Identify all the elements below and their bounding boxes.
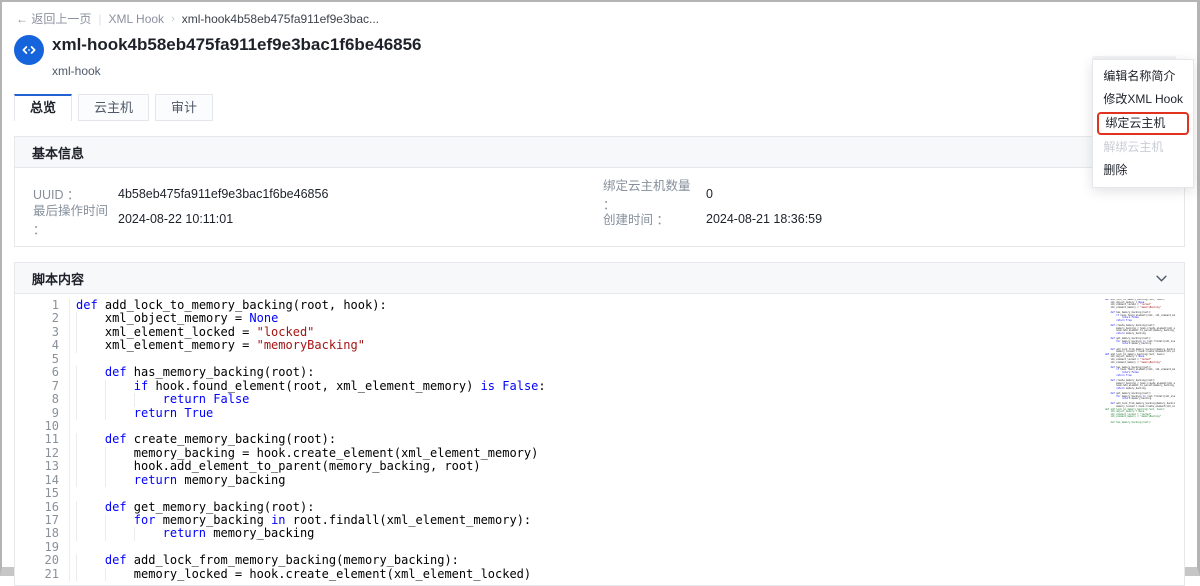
code-line: 5	[15, 353, 1184, 366]
code-line: 1def add_lock_to_memory_backing(root, ho…	[15, 299, 1184, 312]
xml-hook-detail-page: { "breadcrumb": { "back": "返回上一页", "back…	[0, 0, 1200, 576]
menu-item-edit-name[interactable]: 编辑名称简介	[1093, 65, 1193, 88]
tab-audit[interactable]: 审计	[155, 94, 213, 121]
line-number: 19	[15, 541, 59, 554]
code-line: 2xml_object_memory = None	[15, 312, 1184, 325]
menu-item-delete[interactable]: 删除	[1093, 159, 1193, 182]
code-line: 3xml_element_locked = "locked"	[15, 326, 1184, 339]
code-line: 18return memory_backing	[15, 527, 1184, 540]
line-number: 6	[15, 366, 59, 379]
breadcrumb: ← 返回上一页 | XML Hook › xml-hook4b58eb475fa…	[2, 2, 1197, 27]
uuid-value: 4b58eb475fa911ef9e3bac1f6be46856	[118, 187, 603, 201]
code-line: 17for memory_backing in root.findall(xml…	[15, 514, 1184, 527]
line-number: 14	[15, 474, 59, 487]
line-number: 20	[15, 554, 59, 567]
line-number: 12	[15, 447, 59, 460]
info-row: 最后操作时间 ： 2024-08-22 10:11:01 创建时间 ： 2024…	[33, 206, 1166, 231]
tab-overview[interactable]: 总览	[14, 94, 72, 121]
basic-info-title: 基本信息	[32, 143, 84, 162]
menu-item-modify-xml-hook[interactable]: 修改XML Hook	[1093, 88, 1193, 111]
code-line: 10	[15, 420, 1184, 433]
back-arrow-icon: ←	[16, 12, 28, 26]
tabs: 总览云主机审计	[14, 94, 1197, 121]
line-number: 3	[15, 326, 59, 339]
line-number: 11	[15, 433, 59, 446]
line-number: 13	[15, 460, 59, 473]
create-time-label: 创建时间 ：	[603, 209, 706, 228]
basic-info-body: UUID ： 4b58eb475fa911ef9e3bac1f6be46856 …	[15, 168, 1184, 246]
breadcrumb-parent[interactable]: XML Hook	[108, 12, 164, 26]
minimap-line: def has_memory_backing(root):	[1105, 422, 1175, 425]
breadcrumb-arrow-icon: ›	[171, 13, 175, 25]
chevron-down-icon	[1156, 275, 1167, 282]
code-line: 20def add_lock_from_memory_backing(memor…	[15, 554, 1184, 567]
page-subtitle: xml-hook	[52, 64, 1183, 78]
collapse-section-button[interactable]	[1156, 275, 1167, 282]
code-line: 6def has_memory_backing(root):	[15, 366, 1184, 379]
script-header: 脚本内容	[15, 263, 1184, 294]
line-number: 8	[15, 393, 59, 406]
page-header: xml-hook4b58eb475fa911ef9e3bac1f6be46856…	[14, 34, 1183, 78]
line-number: 15	[15, 487, 59, 500]
code-line: 13hook.add_element_to_parent(memory_back…	[15, 460, 1184, 473]
code-line: 11def create_memory_backing(root):	[15, 433, 1184, 446]
line-number: 16	[15, 501, 59, 514]
basic-info-card: 基本信息 UUID ： 4b58eb475fa911ef9e3bac1f6be4…	[14, 136, 1185, 247]
code-line: 15	[15, 487, 1184, 500]
breadcrumb-divider: |	[98, 12, 101, 26]
code-line: 4xml_element_memory = "memoryBacking"	[15, 339, 1184, 352]
line-number: 1	[15, 299, 59, 312]
code-line: 9return True	[15, 407, 1184, 420]
bound-host-count-value: 0	[706, 187, 713, 201]
basic-info-header: 基本信息	[15, 137, 1184, 168]
back-link[interactable]: ← 返回上一页	[16, 10, 91, 27]
last-op-time-value: 2024-08-22 10:11:01	[118, 212, 603, 226]
line-number: 4	[15, 339, 59, 352]
code-icon	[14, 35, 44, 65]
code-line: 16def get_memory_backing(root):	[15, 501, 1184, 514]
breadcrumb-current: xml-hook4b58eb475fa911ef9e3bac...	[182, 12, 379, 26]
code-editor[interactable]: 1 def add_lock_to_memory_backing(root, ho…	[15, 294, 1184, 585]
menu-item-unbind-host: 解绑云主机	[1093, 136, 1193, 159]
line-number: 2	[15, 312, 59, 325]
info-row: UUID ： 4b58eb475fa911ef9e3bac1f6be46856 …	[33, 181, 1166, 206]
line-number: 17	[15, 514, 59, 527]
tab-cloud-host[interactable]: 云主机	[78, 94, 149, 121]
line-number: 10	[15, 420, 59, 433]
code-line: 21memory_locked = hook.create_element(xm…	[15, 568, 1184, 581]
code-line: 12memory_backing = hook.create_element(x…	[15, 447, 1184, 460]
create-time-value: 2024-08-21 18:36:59	[706, 212, 822, 226]
code-line: 7if hook.found_element(root, xml_element…	[15, 380, 1184, 393]
code-line: 14return memory_backing	[15, 474, 1184, 487]
script-card: 脚本内容 1 def add_lock_to_memory_backing(roo…	[14, 262, 1185, 586]
menu-item-bind-host[interactable]: 绑定云主机	[1097, 112, 1189, 135]
line-number: 18	[15, 527, 59, 540]
code-line: 8return False	[15, 393, 1184, 406]
line-number: 7	[15, 380, 59, 393]
page-title: xml-hook4b58eb475fa911ef9e3bac1f6be46856	[52, 34, 1183, 56]
script-title: 脚本内容	[32, 269, 84, 288]
code-lines: 1 def add_lock_to_memory_backing(root, ho…	[15, 299, 1184, 581]
bound-host-count-label: 绑定云主机数量 ：	[603, 175, 706, 213]
last-op-time-label: 最后操作时间 ：	[33, 200, 118, 238]
code-line: 19	[15, 541, 1184, 554]
line-number: 5	[15, 353, 59, 366]
line-number: 21	[15, 568, 59, 581]
minimap[interactable]: def add_lock_to_memory_backing(root, hoo…	[1105, 299, 1175, 426]
line-number: 9	[15, 407, 59, 420]
more-actions-menu: 编辑名称简介修改XML Hook绑定云主机解绑云主机删除	[1092, 59, 1194, 188]
